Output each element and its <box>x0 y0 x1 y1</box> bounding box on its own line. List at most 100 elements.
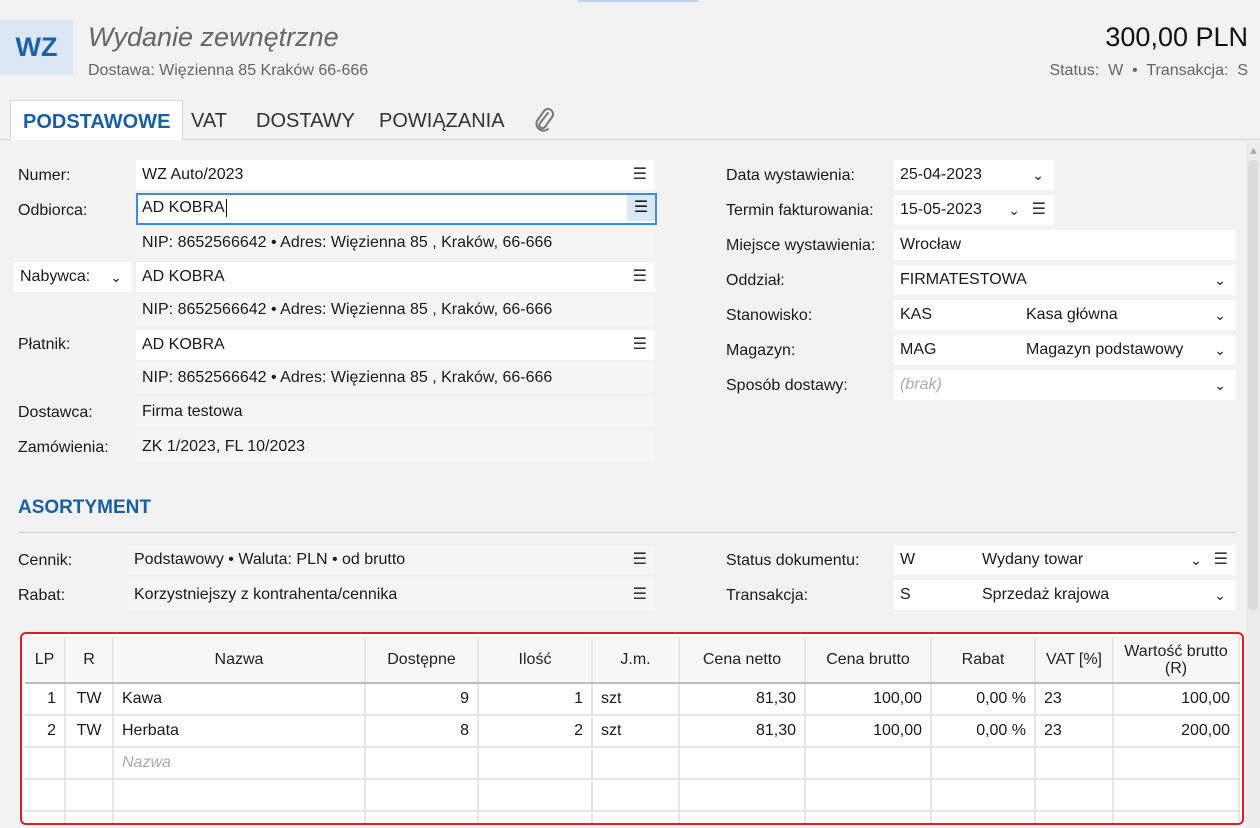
col-header-r[interactable]: R <box>65 637 114 684</box>
termin-menu-icon[interactable]: ☰ <box>1032 195 1046 225</box>
chevron-down-icon[interactable]: ⌄ <box>1032 160 1044 190</box>
cell-r[interactable]: TW <box>65 715 114 748</box>
empty-cell[interactable] <box>1113 747 1240 780</box>
scrollbar-thumb[interactable] <box>1248 160 1258 610</box>
cell-cena-netto[interactable]: 81,30 <box>679 715 806 748</box>
col-header-vat[interactable]: VAT [%] <box>1035 637 1114 684</box>
empty-cell[interactable] <box>65 747 114 780</box>
transakcja-select[interactable]: S Sprzedaż krajowa ⌄ <box>894 580 1236 610</box>
new-item-row[interactable]: Nazwa <box>25 747 1240 780</box>
nabywca-role-select[interactable]: Nabywca: ⌄ <box>14 262 132 292</box>
cell-dostepne[interactable]: 8 <box>365 715 479 748</box>
tab-dostawy[interactable]: DOSTAWY <box>256 100 355 140</box>
stanowisko-code: KAS <box>900 306 933 323</box>
col-header-rabat[interactable]: Rabat <box>931 637 1036 684</box>
cennik-menu-icon[interactable]: ☰ <box>633 545 647 575</box>
cell-ilosc[interactable]: 2 <box>478 715 593 748</box>
cennik-field[interactable]: Podstawowy • Waluta: PLN • od brutto ☰ <box>128 545 655 575</box>
oddzial-select[interactable]: FIRMATESTOWA ⌄ <box>894 265 1236 295</box>
cell-rabat[interactable]: 0,00 % <box>931 683 1036 716</box>
cell-wartosc-brutto[interactable]: 100,00 <box>1113 683 1240 716</box>
new-item-name-placeholder[interactable]: Nazwa <box>113 747 366 780</box>
stanowisko-select[interactable]: KAS Kasa główna ⌄ <box>894 300 1236 330</box>
odbiorca-field[interactable]: AD KOBRA ☰ <box>136 193 657 225</box>
numer-field[interactable]: WZ Auto/2023 ☰ <box>136 160 655 190</box>
cell-vat[interactable]: 23 <box>1035 683 1114 716</box>
termin-fakturowania-field[interactable]: 15-05-2023 ⌄ ☰ <box>894 195 1054 225</box>
table-row[interactable]: 2 TW Herbata 8 2 szt 81,30 100,00 0,00 %… <box>25 715 1240 748</box>
document-type-badge: WZ <box>0 20 73 75</box>
odbiorca-menu-icon[interactable]: ☰ <box>627 195 655 221</box>
nabywca-field[interactable]: AD KOBRA ☰ <box>136 262 655 292</box>
status-dokumentu-select[interactable]: W Wydany towar ⌄ ☰ <box>894 545 1236 575</box>
cell-ilosc[interactable]: 1 <box>478 683 593 716</box>
magazyn-select[interactable]: MAG Magazyn podstawowy ⌄ <box>894 335 1236 365</box>
zamowienia-field: ZK 1/2023, FL 10/2023 <box>136 432 655 462</box>
cell-wartosc-brutto[interactable]: 200,00 <box>1113 715 1240 748</box>
zamowienia-label: Zamówienia: <box>18 439 109 456</box>
chevron-down-icon[interactable]: ⌄ <box>1008 195 1020 225</box>
tab-powiazania[interactable]: POWIĄZANIA <box>379 100 505 140</box>
dostawca-field: Firma testowa <box>136 397 655 427</box>
empty-cell[interactable] <box>805 747 932 780</box>
scroll-up-arrow-icon[interactable]: ▲ <box>1248 145 1259 157</box>
chevron-down-icon[interactable]: ⌄ <box>1190 545 1202 575</box>
col-header-jm[interactable]: J.m. <box>592 637 680 684</box>
cell-cena-netto[interactable]: 81,30 <box>679 683 806 716</box>
transakcja-label: Transakcja: <box>726 587 809 604</box>
sposob-dostawy-select[interactable]: (brak) ⌄ <box>894 370 1236 400</box>
platnik-field[interactable]: AD KOBRA ☰ <box>136 330 655 360</box>
col-header-lp[interactable]: LP <box>25 637 66 684</box>
table-row[interactable]: 1 TW Kawa 9 1 szt 81,30 100,00 0,00 % 23… <box>25 683 1240 716</box>
cell-cena-brutto[interactable]: 100,00 <box>805 683 932 716</box>
paperclip-icon[interactable] <box>532 106 556 134</box>
platnik-info-text: NIP: 8652566642 • Adres: Więzienna 85 , … <box>142 369 553 386</box>
nabywca-menu-icon[interactable]: ☰ <box>633 262 647 292</box>
tab-podstawowe[interactable]: PODSTAWOWE <box>10 100 184 140</box>
cell-cena-brutto[interactable]: 100,00 <box>805 715 932 748</box>
cell-lp[interactable]: 1 <box>25 683 66 716</box>
rabat-field[interactable]: Korzystniejszy z kontrahenta/cennika ☰ <box>128 580 655 610</box>
platnik-info: NIP: 8652566642 • Adres: Więzienna 85 , … <box>136 363 655 393</box>
asortyment-section-title: ASORTYMENT <box>18 497 151 518</box>
zamowienia-value: ZK 1/2023, FL 10/2023 <box>142 438 306 455</box>
cell-rabat[interactable]: 0,00 % <box>931 715 1036 748</box>
col-header-nazwa[interactable]: Nazwa <box>113 637 366 684</box>
tab-vat[interactable]: VAT <box>191 100 227 140</box>
miejsce-wystawienia-field[interactable]: Wrocław <box>894 230 1236 260</box>
status-transaction-line: Status: W • Transakcja: S <box>1049 62 1248 79</box>
rabat-menu-icon[interactable]: ☰ <box>633 580 647 610</box>
col-header-cena-netto[interactable]: Cena netto <box>679 637 806 684</box>
col-header-wartosc-brutto[interactable]: Wartość brutto (R) <box>1113 637 1240 684</box>
numer-label: Numer: <box>18 167 71 184</box>
cell-jm[interactable]: szt <box>592 683 680 716</box>
col-header-dostepne[interactable]: Dostępne <box>365 637 479 684</box>
cell-nazwa[interactable]: Herbata <box>113 715 366 748</box>
cell-nazwa[interactable]: Kawa <box>113 683 366 716</box>
col-header-cena-brutto[interactable]: Cena brutto <box>805 637 932 684</box>
numer-menu-icon[interactable]: ☰ <box>633 160 647 190</box>
platnik-menu-icon[interactable]: ☰ <box>633 330 647 360</box>
data-wystawienia-field[interactable]: 25-04-2023 ⌄ <box>894 160 1054 190</box>
empty-cell <box>365 811 479 823</box>
empty-cell[interactable] <box>931 747 1036 780</box>
cell-lp[interactable]: 2 <box>25 715 66 748</box>
empty-cell[interactable] <box>679 747 806 780</box>
empty-cell[interactable] <box>365 747 479 780</box>
status-name: Wydany towar <box>982 551 1084 568</box>
tab-bar: PODSTAWOWE VAT DOSTAWY POWIĄZANIA <box>0 100 1260 140</box>
empty-cell[interactable] <box>478 747 593 780</box>
empty-cell[interactable] <box>25 747 66 780</box>
empty-cell <box>365 779 479 812</box>
empty-cell <box>931 779 1036 812</box>
cell-jm[interactable]: szt <box>592 715 680 748</box>
empty-cell[interactable] <box>1035 747 1114 780</box>
col-header-ilosc[interactable]: Ilość <box>478 637 593 684</box>
cell-r[interactable]: TW <box>65 683 114 716</box>
empty-cell[interactable] <box>592 747 680 780</box>
oddzial-label: Oddział: <box>726 272 785 289</box>
status-menu-icon[interactable]: ☰ <box>1214 545 1228 575</box>
empty-cell <box>592 811 680 823</box>
cell-vat[interactable]: 23 <box>1035 715 1114 748</box>
cell-dostepne[interactable]: 9 <box>365 683 479 716</box>
